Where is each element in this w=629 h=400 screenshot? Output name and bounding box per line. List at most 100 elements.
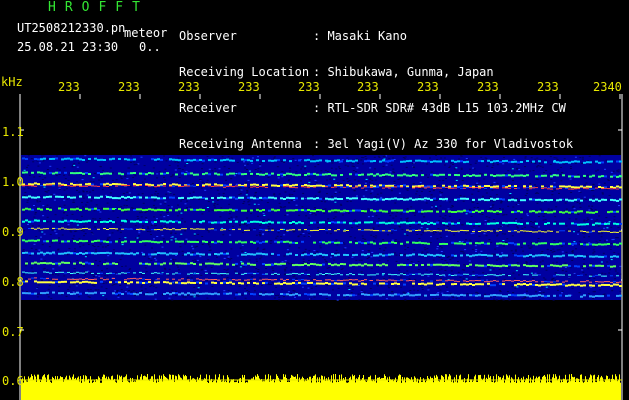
signal-band-segment [193, 220, 196, 223]
signal-band-segment [106, 186, 109, 187]
signal-band-segment [523, 185, 526, 188]
signal-band-segment [346, 279, 349, 281]
signal-band-segment [37, 227, 40, 229]
signal-band-segment [616, 210, 619, 213]
signal-band-segment [487, 230, 490, 232]
signal-band-segment [346, 210, 349, 212]
signal-band-segment [505, 295, 508, 298]
x-tick-label: 233 [298, 80, 320, 94]
signal-band-segment [577, 160, 580, 163]
signal-band-segment [109, 252, 112, 255]
signal-band-segment [328, 262, 331, 265]
signal-band-segment [289, 282, 292, 285]
signal-band-segment [241, 221, 244, 224]
signal-band-segment [526, 254, 529, 257]
signal-band-segment [553, 255, 556, 258]
signal-band-segment [565, 294, 568, 297]
signal-band-segment [211, 272, 214, 274]
signal-band-segment [160, 240, 163, 243]
signal-band-segment [313, 241, 316, 244]
signal-band-segment [388, 187, 391, 189]
signal-band-segment [451, 254, 454, 257]
signal-band-segment [517, 255, 520, 257]
signal-band-segment [229, 228, 232, 230]
signal-band-segment [325, 279, 328, 281]
signal-band-segment [619, 285, 622, 287]
signal-band-segment [133, 253, 136, 256]
signal-band-segment [361, 198, 364, 201]
signal-band-segment [433, 174, 436, 177]
signal-band-segment [349, 273, 352, 275]
signal-band-segment [580, 223, 583, 226]
signal-band-segment [490, 274, 493, 276]
signal-band-segment [205, 197, 208, 200]
signal-band-segment [475, 274, 478, 276]
signal-band-segment [550, 230, 553, 232]
signal-band-segment [232, 196, 235, 199]
signal-band-segment [544, 210, 547, 213]
signal-band-segment [244, 209, 247, 212]
signal-band-segment [544, 295, 547, 298]
signal-band-segment [205, 262, 208, 265]
signal-band-segment [616, 223, 619, 226]
signal-band-segment [154, 272, 157, 274]
signal-band-segment [193, 240, 196, 243]
signal-band-segment [166, 221, 169, 224]
signal-band-segment [442, 173, 445, 176]
signal-band-segment [616, 175, 619, 178]
signal-band-segment [94, 252, 97, 255]
signal-band-segment [130, 252, 133, 255]
signal-band-segment [604, 284, 607, 286]
signal-band-segment [442, 210, 445, 213]
signal-band-segment [427, 253, 430, 256]
signal-band-segment [25, 280, 28, 283]
signal-band-segment [100, 173, 103, 176]
signal-band-segment [574, 265, 577, 268]
signal-band-segment [406, 198, 409, 201]
signal-band-segment [61, 184, 64, 186]
signal-band-segment [301, 186, 304, 188]
signal-band-segment [460, 197, 463, 200]
signal-band-segment [568, 199, 571, 202]
signal-band-segment [391, 229, 394, 231]
signal-band-segment [478, 280, 481, 282]
signal-band-segment [85, 185, 88, 187]
signal-band-segment [328, 294, 331, 297]
signal-band-segment [328, 229, 331, 231]
signal-band-segment [364, 197, 367, 200]
signal-band-segment [310, 185, 313, 188]
signal-band-segment [220, 273, 223, 275]
signal-band-segment [331, 283, 334, 285]
signal-band-segment [274, 262, 277, 265]
signal-band-segment [265, 187, 268, 188]
signal-band-segment [472, 174, 475, 177]
signal-band-segment [433, 263, 436, 266]
signal-band-segment [571, 242, 574, 245]
signal-band-segment [307, 230, 310, 232]
signal-band-segment [64, 280, 67, 283]
signal-band-segment [511, 294, 514, 297]
signal-band-segment [52, 220, 55, 223]
signal-band-segment [592, 174, 595, 177]
signal-band-segment [427, 230, 430, 232]
signal-band-segment [43, 292, 46, 295]
signal-band-segment [73, 220, 76, 223]
signal-band-segment [310, 230, 313, 232]
signal-band-segment [187, 281, 190, 284]
signal-band-segment [85, 227, 88, 229]
signal-band-segment [253, 253, 256, 256]
signal-band-segment [265, 229, 268, 231]
signal-band-segment [385, 198, 388, 200]
signal-band-segment [616, 199, 619, 202]
signal-band-segment [334, 230, 337, 232]
signal-band-segment [322, 173, 325, 176]
signal-band-segment [217, 209, 220, 212]
signal-band-segment [319, 240, 322, 243]
signal-band-segment [22, 239, 25, 242]
signal-band-segment [73, 292, 76, 295]
signal-band-segment [496, 253, 499, 256]
signal-band-segment [454, 274, 457, 276]
signal-band-segment [517, 187, 520, 189]
signal-band-segment [25, 262, 28, 265]
signal-band-segment [283, 198, 286, 200]
